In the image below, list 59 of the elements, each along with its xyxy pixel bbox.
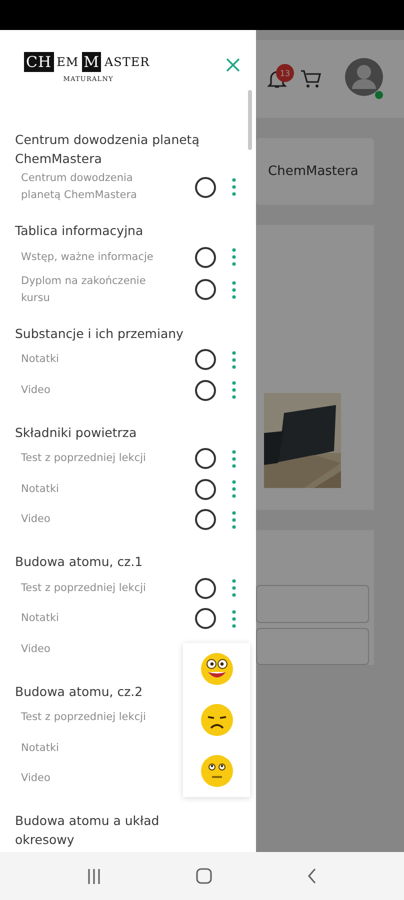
input-field[interactable] <box>256 628 369 665</box>
section-heading[interactable]: Budowa atomu, cz.1 <box>15 552 143 571</box>
lesson-item[interactable]: Video <box>21 511 171 528</box>
lesson-item[interactable]: Video <box>21 382 171 399</box>
avatar-icon[interactable] <box>344 57 384 97</box>
more-options-icon[interactable] <box>232 450 236 468</box>
lesson-item[interactable]: Video <box>21 640 171 658</box>
recent-apps-icon[interactable] <box>87 868 102 884</box>
completion-circle[interactable] <box>195 509 216 530</box>
more-options-icon[interactable] <box>232 280 236 298</box>
section-heading[interactable]: Substancje i ich przemiany <box>15 324 184 342</box>
lesson-item[interactable]: Wstęp, ważne informacje <box>21 248 171 266</box>
lesson-item[interactable]: Notatki <box>21 740 171 757</box>
section-heading[interactable]: Składniki powietrza <box>15 422 137 442</box>
input-field[interactable] <box>256 585 369 622</box>
more-options-icon[interactable] <box>232 248 236 266</box>
completion-circle[interactable] <box>195 608 216 630</box>
more-options-icon[interactable] <box>232 381 236 400</box>
lesson-item[interactable]: Notatki <box>21 480 171 498</box>
card-title: ChemMastera <box>268 163 360 181</box>
section-heading[interactable]: Centrum dowodzenia planetą ChemMastera <box>15 130 210 168</box>
completion-circle[interactable] <box>195 578 216 599</box>
logo-text: ASTER <box>104 55 150 69</box>
more-options-icon[interactable] <box>232 610 236 628</box>
more-options-icon[interactable] <box>232 178 236 196</box>
section-heading[interactable]: Budowa atomu, cz.2 <box>15 682 143 700</box>
section-heading[interactable]: Tablica informacyjna <box>15 221 144 240</box>
lesson-item[interactable]: Notatki <box>21 610 171 628</box>
completion-circle[interactable] <box>195 448 216 470</box>
completion-circle[interactable] <box>195 176 216 198</box>
completion-circle[interactable] <box>195 478 216 500</box>
home-icon[interactable] <box>196 868 212 884</box>
logo-text: EM <box>56 55 79 69</box>
back-icon[interactable] <box>306 868 317 884</box>
lesson-item[interactable]: Centrum dowodzenia planetą ChemMastera <box>21 170 171 204</box>
notification-badge: 13 <box>276 64 294 82</box>
surprised-face-icon[interactable] <box>200 653 232 685</box>
more-options-icon[interactable] <box>232 510 236 529</box>
lesson-item[interactable]: Video <box>21 770 171 788</box>
more-options-icon[interactable] <box>232 350 236 369</box>
logo-text: M <box>82 52 102 72</box>
lesson-item[interactable]: Dyplom na zakończenie kursu <box>21 272 171 306</box>
lesson-item[interactable]: Test z poprzedniej lekcji <box>21 580 171 597</box>
more-options-icon[interactable] <box>232 480 236 498</box>
section-heading[interactable]: Budowa atomu a układ okresowy <box>15 811 210 849</box>
lesson-item[interactable]: Test z poprzedniej lekcji <box>21 709 171 726</box>
lesson-item[interactable]: Notatki <box>21 351 171 368</box>
cart-icon[interactable] <box>300 68 322 90</box>
lesson-item[interactable]: Test z poprzedniej lekcji <box>21 450 171 468</box>
more-options-icon[interactable] <box>232 579 236 598</box>
logo-text: CH <box>24 52 54 72</box>
completion-circle[interactable] <box>195 380 216 401</box>
sad-face-icon[interactable] <box>200 704 232 736</box>
completion-circle[interactable] <box>195 246 216 268</box>
completion-circle[interactable] <box>195 349 216 370</box>
neutral-face-icon[interactable] <box>200 755 232 787</box>
scrollbar[interactable] <box>248 90 252 150</box>
close-icon[interactable] <box>226 58 240 72</box>
completion-circle[interactable] <box>195 279 216 300</box>
